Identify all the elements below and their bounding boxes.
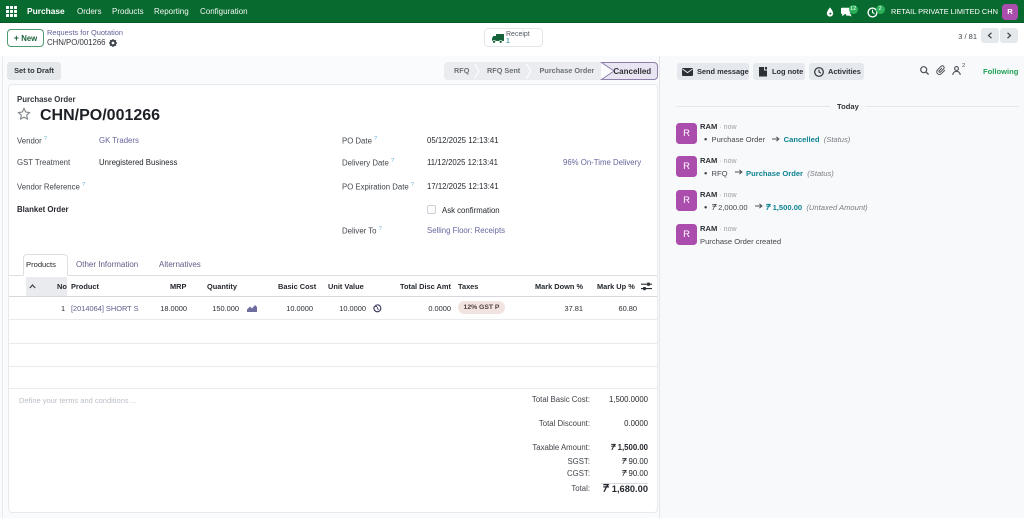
svg-text:Cancelled: Cancelled xyxy=(613,67,651,76)
